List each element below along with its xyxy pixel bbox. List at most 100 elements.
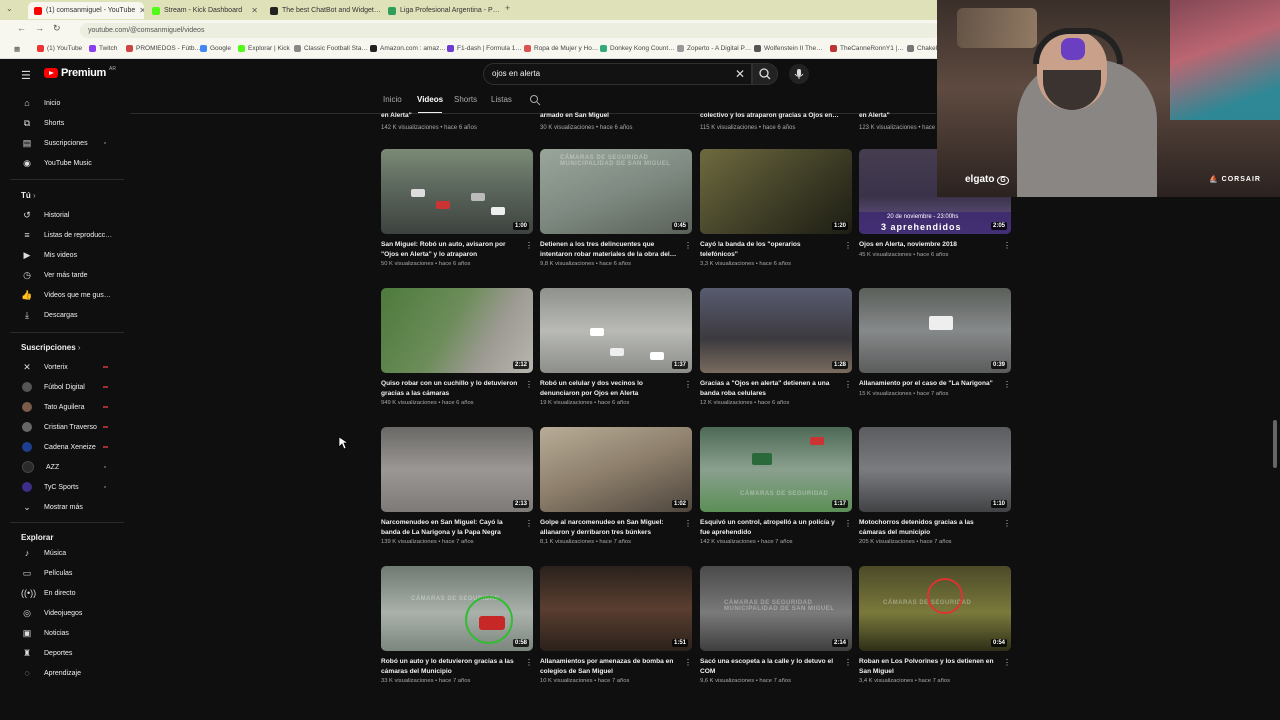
tab-shorts[interactable]: Shorts xyxy=(454,95,477,104)
video-card[interactable]: 1:28 Gracias a "Ojos en alerta" detienen… xyxy=(700,288,852,406)
tab-playlists[interactable]: Listas xyxy=(491,95,512,104)
more-options-icon[interactable]: ⋮ xyxy=(684,658,692,667)
video-thumbnail[interactable]: 2:13 xyxy=(381,427,533,512)
video-title[interactable]: Quiso robar con un cuchillo y lo detuvie… xyxy=(381,379,519,398)
sidebar-item-gaming[interactable]: ◎ Videojuegos xyxy=(10,604,128,622)
video-card[interactable]: CÁMARAS DE SEGURIDAD 0:54 Roban en Los P… xyxy=(859,566,1011,684)
bookmark-item[interactable]: Ropa de Mujer y Ho… xyxy=(524,45,598,52)
more-options-icon[interactable]: ⋮ xyxy=(844,380,852,389)
browser-tab-kick[interactable]: Stream - Kick Dashboard ✕ xyxy=(146,2,264,19)
video-card[interactable]: CÁMARAS DE SEGURIDAD MUNICIPALIDAD DE SAN… xyxy=(540,149,692,267)
video-title[interactable]: Cayó la banda de los "operarios telefóni… xyxy=(700,240,838,259)
sidebar-item-playlists[interactable]: ≡ Listas de reproducc… xyxy=(10,226,128,244)
video-title[interactable]: Allanamiento por el caso de "La Narigona… xyxy=(859,379,997,389)
url-field[interactable]: youtube.com/@comsanmiguel/videos xyxy=(80,23,940,38)
more-options-icon[interactable]: ⋮ xyxy=(684,241,692,250)
bookmark-item[interactable]: PROMIEDOS - Fútb… xyxy=(126,45,201,52)
video-card[interactable]: 1:20 Cayó la banda de los "operarios tel… xyxy=(700,149,852,267)
video-thumbnail[interactable]: 1:28 xyxy=(700,288,852,373)
browser-tab-youtube[interactable]: (1) comsanmiguel - YouTube ✕ xyxy=(28,2,144,19)
browser-tab-liga[interactable]: Liga Profesional Argentina - P… ✕ xyxy=(382,2,500,19)
video-thumbnail[interactable]: CÁMARAS DE SEGURIDAD MUNICIPALIDAD DE SAN… xyxy=(700,566,852,651)
more-options-icon[interactable]: ⋮ xyxy=(844,519,852,528)
sidebar-sub-cadena-xeneize[interactable]: Cadena Xeneize xyxy=(10,438,128,456)
scrollbar-thumb[interactable] xyxy=(1273,420,1277,468)
sidebar-item-music[interactable]: ♪ Música xyxy=(10,544,128,562)
sidebar-section-you[interactable]: Tú › xyxy=(21,191,36,200)
video-thumbnail[interactable]: 1:20 xyxy=(700,149,852,234)
bookmark-item[interactable]: Chakel xyxy=(907,45,937,52)
more-options-icon[interactable]: ⋮ xyxy=(525,241,533,250)
sidebar-sub-futbol-digital[interactable]: Fútbol Digital xyxy=(10,378,128,396)
apps-grid-icon[interactable]: ▦ xyxy=(14,45,20,53)
more-options-icon[interactable]: ⋮ xyxy=(844,241,852,250)
youtube-logo[interactable]: Premium AR xyxy=(44,66,116,79)
search-input[interactable]: ojos en alerta ✕ xyxy=(483,63,752,85)
more-options-icon[interactable]: ⋮ xyxy=(525,519,533,528)
search-button[interactable] xyxy=(752,63,778,85)
bookmark-item[interactable]: F1-dash | Formula 1… xyxy=(447,45,522,52)
channel-search-icon[interactable] xyxy=(529,94,541,106)
video-card[interactable]: CÁMARAS DE SEGURIDAD MUNICIPALIDAD DE SAN… xyxy=(700,566,852,684)
tab-videos[interactable]: Videos xyxy=(417,95,443,104)
sidebar-item-subscriptions[interactable]: ▤ Suscripciones xyxy=(10,134,128,152)
video-card[interactable]: CÁMARAS DE SEGURIDAD 0:58 Robó un auto y… xyxy=(381,566,533,684)
video-card[interactable]: 1:10 Motochorros detenidos gracias a las… xyxy=(859,427,1011,545)
video-title[interactable]: Esquivó un control, atropelló a un polic… xyxy=(700,518,838,537)
video-thumbnail[interactable]: 1:51 xyxy=(540,566,692,651)
bookmark-item[interactable]: Donkey Kong Count… xyxy=(600,45,675,52)
video-card[interactable]: 2:13 Narcomenudeo en San Miguel: Cayó la… xyxy=(381,427,533,545)
tab-list-chevron-icon[interactable]: ⌄ xyxy=(6,4,13,13)
sidebar-item-sports[interactable]: ♜ Deportes xyxy=(10,644,128,662)
forward-icon[interactable]: → xyxy=(35,23,44,33)
close-tab-icon[interactable]: ✕ xyxy=(251,6,258,15)
video-thumbnail[interactable]: 1:00 xyxy=(381,149,533,234)
video-thumbnail[interactable]: 1:02 xyxy=(540,427,692,512)
voice-search-button[interactable] xyxy=(789,64,809,84)
browser-tab-chatbot[interactable]: The best ChatBot and Widget… ✕ xyxy=(264,2,382,19)
sidebar-section-subscriptions[interactable]: Suscripciones › xyxy=(21,343,81,352)
sidebar-item-news[interactable]: ▣ Noticias xyxy=(10,624,128,642)
video-title[interactable]: San Miguel: Robó un auto, avisaron por "… xyxy=(381,240,519,259)
sidebar-item-shorts[interactable]: ⧉ Shorts xyxy=(10,114,128,132)
video-card[interactable]: 1:37 Robó un celular y dos vecinos lo de… xyxy=(540,288,692,406)
video-thumbnail[interactable]: 1:37 xyxy=(540,288,692,373)
show-more-button[interactable]: ⌄ Mostrar más xyxy=(10,498,128,516)
video-title[interactable]: Roban en Los Polvorines y los detienen e… xyxy=(859,657,997,676)
more-options-icon[interactable]: ⋮ xyxy=(844,658,852,667)
sidebar-item-youtube-music[interactable]: ◉ YouTube Music xyxy=(10,154,128,172)
sidebar-item-watch-later[interactable]: ◷ Ver más tarde xyxy=(10,266,128,284)
video-title[interactable]: Robó un celular y dos vecinos lo denunci… xyxy=(540,379,678,398)
new-tab-icon[interactable]: + xyxy=(505,3,510,13)
bookmark-item[interactable]: Wolfenstein II The… xyxy=(754,45,823,52)
sidebar-sub-azz[interactable]: AZZ xyxy=(10,458,128,476)
reload-icon[interactable]: ↻ xyxy=(53,23,61,34)
video-thumbnail[interactable]: CÁMARAS DE SEGURIDAD MUNICIPALIDAD DE SAN… xyxy=(540,149,692,234)
more-options-icon[interactable]: ⋮ xyxy=(1003,380,1011,389)
video-title[interactable]: armado en San Miguel xyxy=(540,112,680,119)
menu-icon[interactable]: ☰ xyxy=(21,69,31,82)
sidebar-item-liked-videos[interactable]: 👍 Videos que me gus… xyxy=(10,286,128,304)
tab-home[interactable]: Inicio xyxy=(383,95,402,104)
video-title[interactable]: Sacó una escopeta a la calle y lo detuvo… xyxy=(700,657,838,676)
bookmark-item[interactable]: Explorar | Kick xyxy=(238,45,290,52)
sidebar-sub-tato-aguilera[interactable]: Tato Aguilera xyxy=(10,398,128,416)
video-card[interactable]: 1:51 Allanamientos por amenazas de bomba… xyxy=(540,566,692,684)
video-title[interactable]: Detienen a los tres delincuentes que int… xyxy=(540,240,678,259)
video-title[interactable]: Motochorros detenidos gracias a las cáma… xyxy=(859,518,997,537)
video-thumbnail[interactable]: CÁMARAS DE SEGURIDAD 0:58 xyxy=(381,566,533,651)
more-options-icon[interactable]: ⋮ xyxy=(1003,658,1011,667)
more-options-icon[interactable]: ⋮ xyxy=(525,380,533,389)
video-thumbnail[interactable]: CÁMARAS DE SEGURIDAD 1:17 xyxy=(700,427,852,512)
more-options-icon[interactable]: ⋮ xyxy=(1003,241,1011,250)
video-title[interactable]: Allanamientos por amenazas de bomba en c… xyxy=(540,657,678,676)
more-options-icon[interactable]: ⋮ xyxy=(525,658,533,667)
bookmark-item[interactable]: TheCanneRonnY1 |… xyxy=(830,45,904,52)
sidebar-item-downloads[interactable]: ⤓ Descargas xyxy=(10,306,128,324)
video-card[interactable]: 1:00 San Miguel: Robó un auto, avisaron … xyxy=(381,149,533,267)
sidebar-sub-cristian-traverso[interactable]: Cristian Traverso xyxy=(10,418,128,436)
back-icon[interactable]: ← xyxy=(17,23,26,33)
bookmark-item[interactable]: Classic Football Sta… xyxy=(294,45,368,52)
sidebar-item-history[interactable]: ↺ Historial xyxy=(10,206,128,224)
video-card[interactable]: CÁMARAS DE SEGURIDAD 1:17 Esquivó un con… xyxy=(700,427,852,545)
